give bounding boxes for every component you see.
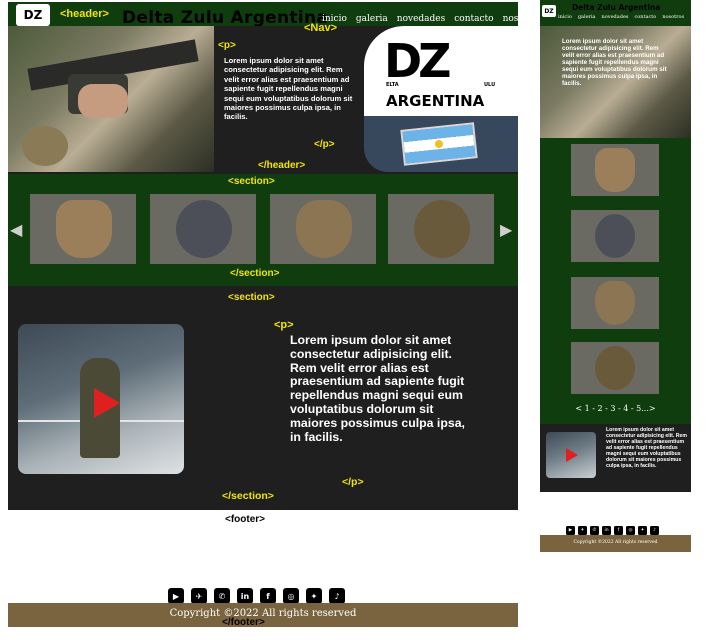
mobile-copyright-text: Copyright ©2022 All rights reserved [573, 540, 658, 545]
gallery-patch[interactable] [270, 194, 376, 264]
video-section: <section> <p> Lorem ipsum dolor sit amet… [8, 286, 518, 510]
gallery-section: <section> ◀ ▶ </section> [8, 174, 518, 286]
gallery-open-tag: <section> [228, 176, 275, 187]
facebook-icon[interactable]: f [260, 588, 276, 604]
gallery-next-arrow-icon[interactable]: ▶ [500, 220, 512, 239]
whatsapp-icon[interactable]: ✆ [590, 526, 599, 535]
hero-photo [8, 26, 214, 172]
hero-p-close-tag: </p> [314, 139, 335, 150]
footer-open-tag: <footer> [225, 514, 266, 525]
mobile-brand-title: Delta Zulu Argentina [572, 3, 661, 12]
nav-item-galeria[interactable]: galeria [356, 14, 388, 24]
mobile-footer-bar: Copyright ©2022 All rights reserved [540, 535, 691, 552]
play-icon[interactable] [94, 388, 120, 418]
gallery-patch[interactable] [30, 194, 136, 264]
mobile-gallery: < 1 - 2 - 3 - 4 - 5...> [540, 138, 691, 424]
gallery-patch[interactable] [150, 194, 256, 264]
mobile-gallery-patch[interactable] [571, 144, 659, 196]
tiktok-icon[interactable]: ♪ [329, 588, 345, 604]
video-text: Lorem ipsum dolor sit amet consectetur a… [290, 333, 465, 444]
mobile-pagination[interactable]: < 1 - 2 - 3 - 4 - 5...> [540, 404, 691, 413]
telegram-icon[interactable]: ✈ [578, 526, 587, 535]
logo-argentina: ARGENTINA [386, 92, 485, 110]
footer-close-tag: </footer> [222, 617, 265, 628]
telegram-icon[interactable]: ✈ [191, 588, 207, 604]
mobile-nav-item-galeria[interactable]: galeria [578, 14, 596, 20]
logo-mark: DZ [23, 8, 43, 22]
logo-big-mark: DZ [384, 34, 452, 88]
site-logo[interactable]: DZ [16, 4, 50, 26]
youtube-icon[interactable]: ▶ [168, 588, 184, 604]
header-close-tag: </header> [258, 160, 306, 171]
header-open-tag: <header> [60, 8, 109, 20]
mobile-play-icon[interactable] [566, 448, 578, 462]
gallery-prev-arrow-icon[interactable]: ◀ [10, 220, 22, 239]
mobile-nav: inicio galeria novedades contacto nosotr… [558, 14, 684, 20]
instagram-icon[interactable]: ◎ [626, 526, 635, 535]
mobile-nav-item-inicio[interactable]: inicio [558, 14, 572, 20]
logo-ulu: ULU [484, 82, 496, 88]
hero-p-open-tag: <p> [218, 40, 236, 51]
mobile-nav-item-novedades[interactable]: novedades [602, 14, 629, 20]
twitter-icon[interactable]: ✦ [306, 588, 322, 604]
hero-text: Lorem ipsum dolor sit amet consectetur a… [224, 56, 353, 122]
linkedin-icon[interactable]: in [237, 588, 253, 604]
mobile-video-player[interactable] [546, 432, 596, 478]
linkedin-icon[interactable]: in [602, 526, 611, 535]
mobile-video-section: Lorem ipsum dolor sit amet consectetur a… [540, 424, 691, 492]
mobile-site-logo[interactable]: DZ [542, 5, 556, 17]
video-p-close-tag: </p> [342, 476, 364, 488]
logo-elta: ELTA [386, 82, 399, 88]
mobile-gallery-patch[interactable] [571, 210, 659, 262]
dz-argentina-logo: DZ ELTA ULU ARGENTINA [364, 26, 518, 116]
instagram-icon[interactable]: ◎ [283, 588, 299, 604]
mobile-header-bar: DZ Delta Zulu Argentina inicio galeria n… [540, 0, 691, 26]
mobile-nav-item-nosotros[interactable]: nosotros [662, 14, 684, 20]
nav-item-nosotros[interactable]: nosotros [503, 14, 542, 24]
facebook-icon[interactable]: f [614, 526, 623, 535]
mobile-gallery-patch[interactable] [571, 342, 659, 394]
desktop-layout: DZ <header> Delta Zulu Argentina inicio … [8, 0, 542, 640]
nav-tag: <Nav> [304, 22, 338, 34]
brand-title: Delta Zulu Argentina [122, 8, 329, 28]
video-close-tag: </section> [222, 490, 274, 502]
twitter-icon[interactable]: ✦ [638, 526, 647, 535]
header-bar: DZ <header> Delta Zulu Argentina inicio … [8, 2, 542, 28]
tiktok-icon[interactable]: ♪ [650, 526, 659, 535]
video-open-tag: <section> [228, 292, 275, 303]
social-links: ▶ ✈ ✆ in f ◎ ✦ ♪ [168, 588, 345, 604]
hero-section: <p> Lorem ipsum dolor sit amet consectet… [8, 26, 518, 174]
gallery-patch[interactable] [388, 194, 494, 264]
mobile-hero: Lorem ipsum dolor sit amet consectetur a… [540, 26, 691, 138]
mobile-gallery-patch[interactable] [571, 277, 659, 329]
video-p-open-tag: <p> [274, 319, 294, 331]
mobile-hero-text: Lorem ipsum dolor sit amet consectetur a… [562, 38, 667, 87]
video-player[interactable] [18, 324, 184, 474]
mobile-nav-item-contacto[interactable]: contacto [634, 14, 656, 20]
mobile-layout: DZ Delta Zulu Argentina inicio galeria n… [540, 0, 691, 552]
main-nav: inicio galeria novedades contacto nosotr… [322, 14, 542, 24]
nav-item-contacto[interactable]: contacto [454, 14, 493, 24]
whatsapp-icon[interactable]: ✆ [214, 588, 230, 604]
mobile-social-links: ▶ ✈ ✆ in f ◎ ✦ ♪ [566, 526, 659, 535]
mobile-video-text: Lorem ipsum dolor sit amet consectetur a… [606, 427, 688, 469]
youtube-icon[interactable]: ▶ [566, 526, 575, 535]
gallery-close-tag: </section> [230, 268, 280, 279]
argentina-flag-patch [364, 116, 518, 172]
nav-item-novedades[interactable]: novedades [397, 14, 445, 24]
